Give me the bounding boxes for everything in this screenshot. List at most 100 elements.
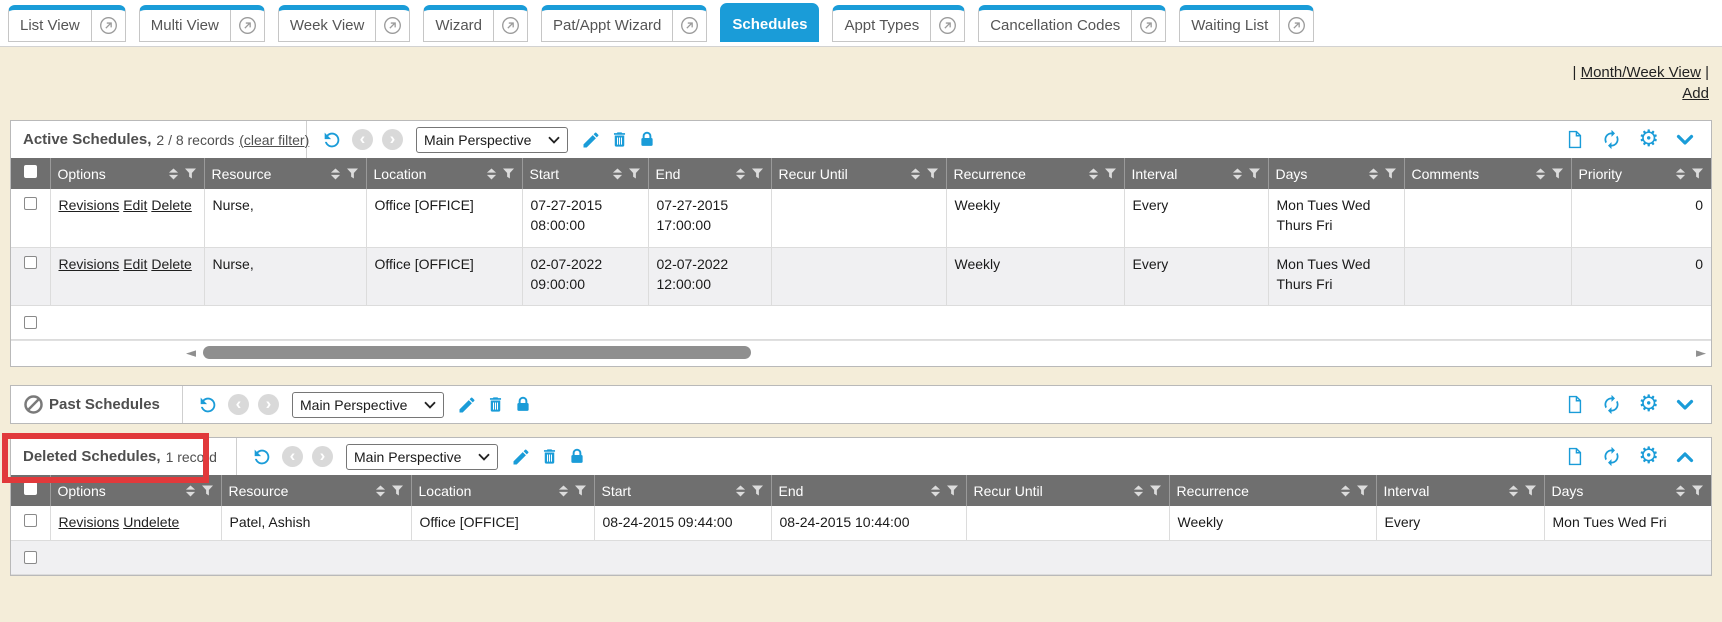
previous-perspective-button[interactable]: ‹: [282, 446, 303, 467]
column-header-location[interactable]: Location: [366, 158, 522, 189]
column-header-priority[interactable]: Priority: [1571, 158, 1711, 189]
tab-schedules[interactable]: Schedules: [720, 3, 819, 42]
column-header-end[interactable]: End: [648, 158, 771, 189]
lock-icon[interactable]: [638, 129, 656, 150]
collapse-chevron-up-icon[interactable]: [1675, 447, 1695, 467]
sort-icon[interactable]: [1508, 485, 1519, 497]
previous-perspective-button[interactable]: ‹: [228, 394, 249, 415]
delete-perspective-icon[interactable]: [486, 394, 505, 415]
lock-icon[interactable]: [514, 394, 532, 415]
column-header-start[interactable]: Start: [594, 475, 771, 506]
filter-icon[interactable]: [1524, 485, 1537, 496]
filter-icon[interactable]: [751, 485, 764, 496]
column-header-options[interactable]: Options: [50, 475, 221, 506]
open-in-new-icon[interactable]: [91, 10, 125, 41]
sort-icon[interactable]: [375, 485, 386, 497]
sort-icon[interactable]: [558, 485, 569, 497]
filter-icon[interactable]: [346, 168, 359, 179]
filter-icon[interactable]: [1104, 168, 1117, 179]
sort-icon[interactable]: [185, 485, 196, 497]
gear-icon[interactable]: ⚙: [1638, 393, 1659, 416]
open-in-new-icon[interactable]: [1279, 10, 1313, 41]
clear-filter-link[interactable]: (clear filter): [239, 132, 309, 148]
tab-multi-view[interactable]: Multi View: [139, 5, 265, 42]
sort-icon[interactable]: [735, 485, 746, 497]
column-header-interval[interactable]: Interval: [1376, 475, 1544, 506]
sort-icon[interactable]: [330, 168, 341, 180]
row-checkbox[interactable]: [24, 551, 37, 564]
row-checkbox[interactable]: [24, 316, 37, 329]
column-header-resource[interactable]: Resource: [204, 158, 366, 189]
next-perspective-button[interactable]: ›: [312, 446, 333, 467]
column-header-recurrence[interactable]: Recurrence: [1169, 475, 1376, 506]
edit-link[interactable]: Edit: [123, 197, 147, 213]
filter-icon[interactable]: [1691, 485, 1704, 496]
select-all-checkbox[interactable]: [24, 165, 37, 178]
new-document-icon[interactable]: [1565, 394, 1585, 415]
select-all-checkbox[interactable]: [24, 482, 37, 495]
perspective-select[interactable]: Main Perspective: [346, 444, 498, 470]
tab-list-view[interactable]: List View: [8, 5, 126, 42]
column-header-end[interactable]: End: [771, 475, 966, 506]
revisions-link[interactable]: Revisions: [59, 197, 120, 213]
revisions-link[interactable]: Revisions: [59, 256, 120, 272]
horizontal-scrollbar[interactable]: ◄ ►: [11, 340, 1711, 366]
row-checkbox[interactable]: [24, 197, 37, 210]
open-in-new-icon[interactable]: [1131, 10, 1165, 41]
column-header-recurrence[interactable]: Recurrence: [946, 158, 1124, 189]
column-header-location[interactable]: Location: [411, 475, 594, 506]
filter-icon[interactable]: [1149, 485, 1162, 496]
open-in-new-icon[interactable]: [375, 10, 409, 41]
delete-link[interactable]: Delete: [151, 256, 191, 272]
column-header-days[interactable]: Days: [1544, 475, 1711, 506]
delete-perspective-icon[interactable]: [610, 129, 629, 150]
select-all-header[interactable]: [11, 475, 50, 506]
previous-perspective-button[interactable]: ‹: [352, 129, 373, 150]
perspective-select[interactable]: Main Perspective: [292, 392, 444, 418]
gear-icon[interactable]: ⚙: [1638, 128, 1659, 151]
delete-link[interactable]: Delete: [151, 197, 191, 213]
perspective-select[interactable]: Main Perspective: [416, 127, 568, 153]
column-header-comments[interactable]: Comments: [1404, 158, 1571, 189]
tab-wizard[interactable]: Wizard: [423, 5, 528, 42]
column-header-start[interactable]: Start: [522, 158, 648, 189]
next-perspective-button[interactable]: ›: [258, 394, 279, 415]
collapse-chevron-down-icon[interactable]: [1675, 130, 1695, 150]
scrollbar-track[interactable]: [201, 346, 1691, 360]
sort-icon[interactable]: [1535, 168, 1546, 180]
filter-icon[interactable]: [1384, 168, 1397, 179]
column-header-interval[interactable]: Interval: [1124, 158, 1268, 189]
sort-icon[interactable]: [1088, 168, 1099, 180]
sort-icon[interactable]: [168, 168, 179, 180]
sort-icon[interactable]: [486, 168, 497, 180]
edit-link[interactable]: Edit: [123, 256, 147, 272]
filter-icon[interactable]: [751, 168, 764, 179]
row-checkbox[interactable]: [24, 256, 37, 269]
next-perspective-button[interactable]: ›: [382, 129, 403, 150]
row-checkbox[interactable]: [24, 514, 37, 527]
add-link[interactable]: Add: [1682, 85, 1709, 102]
refresh-icon[interactable]: [251, 446, 273, 468]
sort-icon[interactable]: [735, 168, 746, 180]
scrollbar-thumb[interactable]: [203, 346, 751, 359]
undelete-link[interactable]: Undelete: [123, 514, 179, 530]
filter-icon[interactable]: [1248, 168, 1261, 179]
filter-icon[interactable]: [201, 485, 214, 496]
filter-icon[interactable]: [1551, 168, 1564, 179]
new-document-icon[interactable]: [1565, 446, 1585, 467]
open-in-new-icon[interactable]: [930, 10, 964, 41]
edit-perspective-icon[interactable]: [457, 395, 477, 415]
filter-icon[interactable]: [391, 485, 404, 496]
sort-icon[interactable]: [1675, 168, 1686, 180]
sort-icon[interactable]: [1340, 485, 1351, 497]
sync-icon[interactable]: [1601, 394, 1622, 415]
lock-icon[interactable]: [568, 446, 586, 467]
filter-icon[interactable]: [1356, 485, 1369, 496]
column-header-recur-until[interactable]: Recur Until: [771, 158, 946, 189]
filter-icon[interactable]: [184, 168, 197, 179]
sort-icon[interactable]: [612, 168, 623, 180]
expand-chevron-down-icon[interactable]: [1675, 395, 1695, 415]
new-document-icon[interactable]: [1565, 129, 1585, 150]
filter-icon[interactable]: [926, 168, 939, 179]
column-header-resource[interactable]: Resource: [221, 475, 411, 506]
